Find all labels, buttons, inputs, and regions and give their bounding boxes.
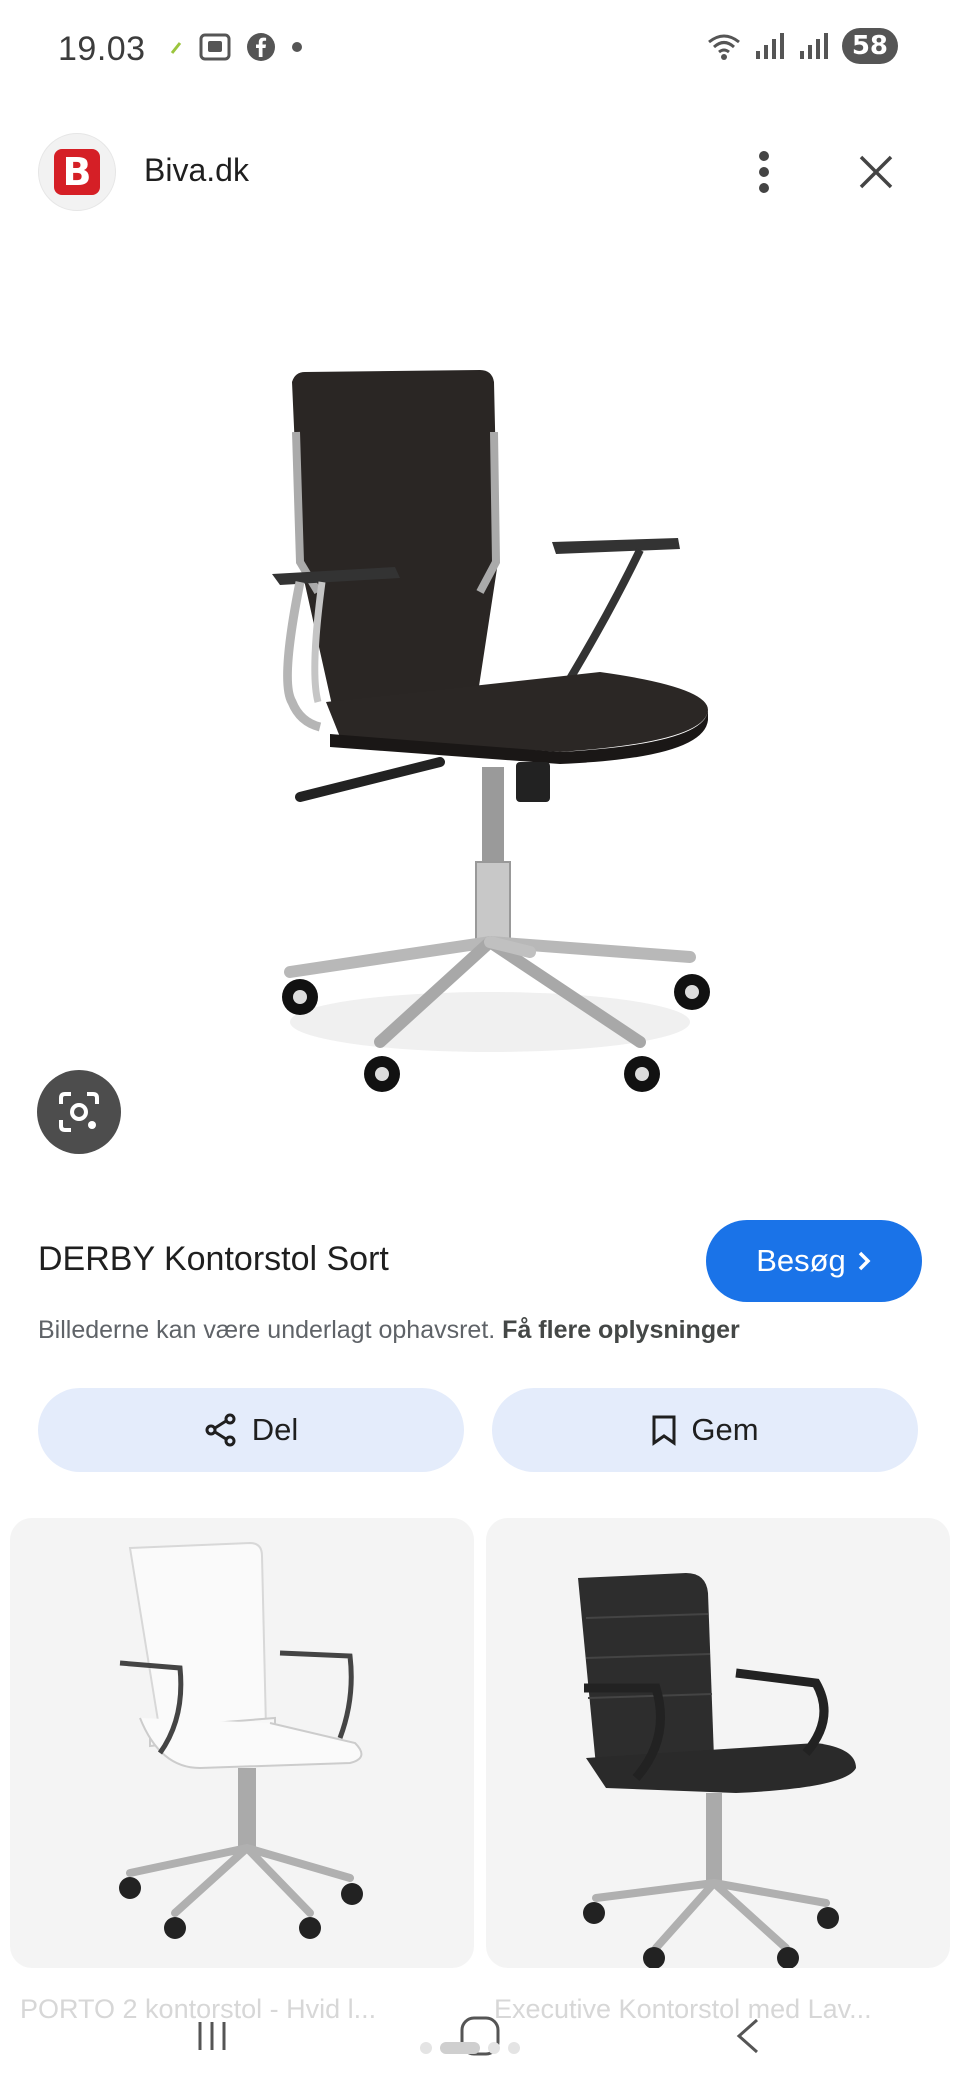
screenshot-icon xyxy=(199,33,231,61)
save-button[interactable]: Gem xyxy=(492,1388,918,1472)
site-name[interactable]: Biva.dk xyxy=(144,152,249,189)
home-button[interactable] xyxy=(440,2004,520,2068)
visit-button[interactable]: Besøg xyxy=(706,1220,922,1302)
site-logo[interactable]: B xyxy=(38,133,116,211)
close-icon xyxy=(859,155,893,189)
bookmark-icon xyxy=(652,1415,676,1446)
status-time: 19.03 xyxy=(58,30,146,68)
visit-button-label: Besøg xyxy=(756,1243,846,1278)
share-button[interactable]: Del xyxy=(38,1388,464,1472)
black-office-chair-image xyxy=(578,1573,856,1968)
copyright-notice: Billederne kan være underlagt ophavsret.… xyxy=(38,1316,740,1345)
site-logo-letter: B xyxy=(54,149,100,195)
page-dot xyxy=(508,2042,520,2054)
back-button[interactable] xyxy=(708,2004,788,2068)
page-dot-active xyxy=(440,2042,480,2054)
product-image[interactable] xyxy=(0,232,960,1192)
signal-icon xyxy=(799,33,828,59)
source-header: B Biva.dk xyxy=(0,130,960,220)
google-lens-button[interactable] xyxy=(37,1070,121,1154)
chevron-right-icon xyxy=(858,1251,871,1271)
page-dot xyxy=(488,2042,500,2054)
google-lens-icon xyxy=(59,1092,99,1132)
system-nav-bar xyxy=(0,1996,960,2080)
close-button[interactable] xyxy=(848,142,904,202)
white-office-chair-image xyxy=(119,1541,363,1939)
wifi-icon xyxy=(707,34,740,60)
copyright-text: Billederne kan være underlagt ophavsret. xyxy=(38,1316,496,1344)
save-button-label: Gem xyxy=(691,1412,759,1447)
office-chair-image xyxy=(272,370,710,1092)
page-indicator xyxy=(420,2042,520,2054)
share-icon xyxy=(205,1413,236,1447)
page-dot xyxy=(420,2042,432,2054)
related-card[interactable] xyxy=(10,1518,474,1968)
back-icon xyxy=(736,2018,758,2054)
check-icon xyxy=(170,42,182,54)
recents-icon xyxy=(198,2022,226,2050)
more-vert-icon xyxy=(759,151,769,193)
dot-icon xyxy=(292,42,302,52)
status-right-icons: 58 xyxy=(706,28,898,64)
signal-icon xyxy=(755,33,784,59)
recents-button[interactable] xyxy=(172,2004,252,2068)
more-info-link[interactable]: Få flere oplysninger xyxy=(502,1316,740,1344)
more-options-button[interactable] xyxy=(740,142,788,202)
product-title: DERBY Kontorstol Sort xyxy=(38,1240,389,1278)
facebook-icon xyxy=(247,33,275,61)
status-left-icons xyxy=(170,32,304,62)
related-card[interactable] xyxy=(486,1518,950,1968)
status-bar: 19.03 58 xyxy=(0,0,960,100)
share-button-label: Del xyxy=(251,1412,299,1447)
battery-indicator: 58 xyxy=(841,28,898,64)
